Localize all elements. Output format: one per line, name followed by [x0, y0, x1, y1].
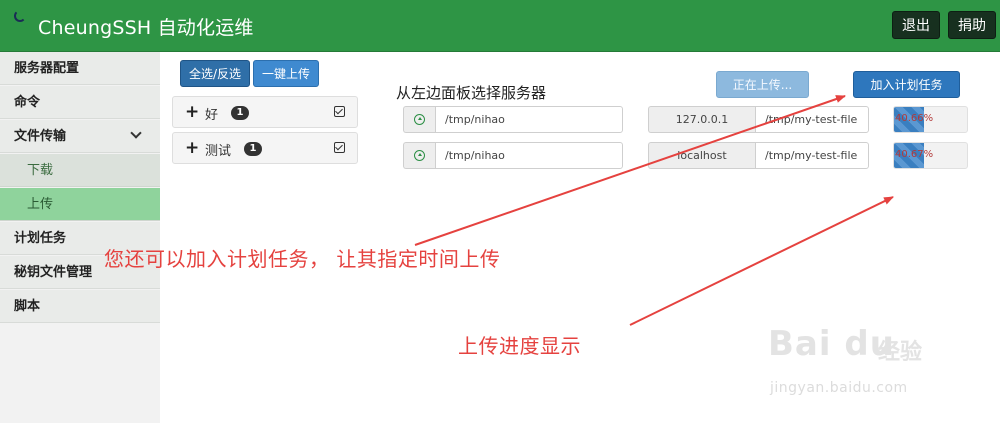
- group-name: 测试: [205, 144, 232, 159]
- upload-icon-addon: [403, 142, 435, 169]
- server-group[interactable]: + 好 1: [172, 96, 358, 128]
- donate-button[interactable]: 捐助: [948, 11, 996, 39]
- source-path-field[interactable]: /tmp/nihao: [435, 142, 623, 169]
- dest-path-field[interactable]: /tmp/my-test-file: [755, 106, 869, 133]
- count-badge: 1: [244, 142, 262, 156]
- sidebar: 服务器配置 命令 文件传输 下载 上传 计划任务 秘钥文件管理 脚本: [0, 52, 160, 423]
- watermark-logo: Bai du: [768, 324, 895, 364]
- top-navbar: CheungSSH 自动化运维 退出 捐助: [0, 0, 1000, 52]
- check-square-icon[interactable]: [334, 142, 345, 153]
- logout-button[interactable]: 退出: [892, 11, 940, 39]
- dest-path-field[interactable]: /tmp/my-test-file: [755, 142, 869, 169]
- host-label: localhost: [648, 142, 755, 169]
- upload-arrow-icon: [414, 150, 425, 161]
- annotation-progress-note: 上传进度显示: [458, 334, 581, 358]
- upload-icon-addon: [403, 106, 435, 133]
- sidebar-subitem-upload[interactable]: 上传: [0, 188, 160, 221]
- server-group[interactable]: + 测试 1: [172, 132, 358, 164]
- sidebar-subitem-download[interactable]: 下载: [0, 154, 160, 187]
- progress-text: 40.66%: [895, 113, 934, 124]
- annotation-schedule-note: 您还可以加入计划任务， 让其指定时间上传: [104, 247, 501, 271]
- loading-spinner-icon: [14, 10, 26, 22]
- upload-progress-bar: 40.66%: [893, 106, 968, 133]
- watermark-cn: 经验: [878, 340, 923, 365]
- watermark-url: jingyan.baidu.com: [770, 380, 908, 396]
- select-all-button[interactable]: 全选/反选: [180, 60, 250, 87]
- baidu-watermark: Bai du 经验 jingyan.baidu.com: [760, 318, 946, 414]
- app-title: CheungSSH 自动化运维: [38, 17, 254, 39]
- sidebar-item-label: 文件传输: [14, 129, 67, 144]
- add-scheduled-task-button[interactable]: 加入计划任务: [853, 71, 960, 98]
- chevron-down-icon: [130, 127, 142, 139]
- group-name: 好: [205, 108, 219, 123]
- expand-plus-icon[interactable]: +: [185, 138, 199, 158]
- host-label: 127.0.0.1: [648, 106, 755, 133]
- arrow-to-progress: [629, 196, 894, 326]
- one-click-upload-button[interactable]: 一键上传: [253, 60, 319, 87]
- sidebar-item-command[interactable]: 命令: [0, 86, 160, 119]
- progress-text: 40.67%: [895, 149, 934, 160]
- sidebar-item-scripts[interactable]: 脚本: [0, 290, 160, 323]
- count-badge: 1: [231, 106, 249, 120]
- upload-arrow-icon: [414, 114, 425, 125]
- source-path-field[interactable]: /tmp/nihao: [435, 106, 623, 133]
- expand-plus-icon[interactable]: +: [185, 102, 199, 122]
- uploading-button[interactable]: 正在上传...: [716, 71, 809, 98]
- check-square-icon[interactable]: [334, 106, 345, 117]
- sidebar-item-server-config[interactable]: 服务器配置: [0, 52, 160, 85]
- sidebar-item-file-transfer[interactable]: 文件传输: [0, 120, 160, 153]
- upload-progress-bar: 40.67%: [893, 142, 968, 169]
- panel-heading: 从左边面板选择服务器: [396, 84, 547, 102]
